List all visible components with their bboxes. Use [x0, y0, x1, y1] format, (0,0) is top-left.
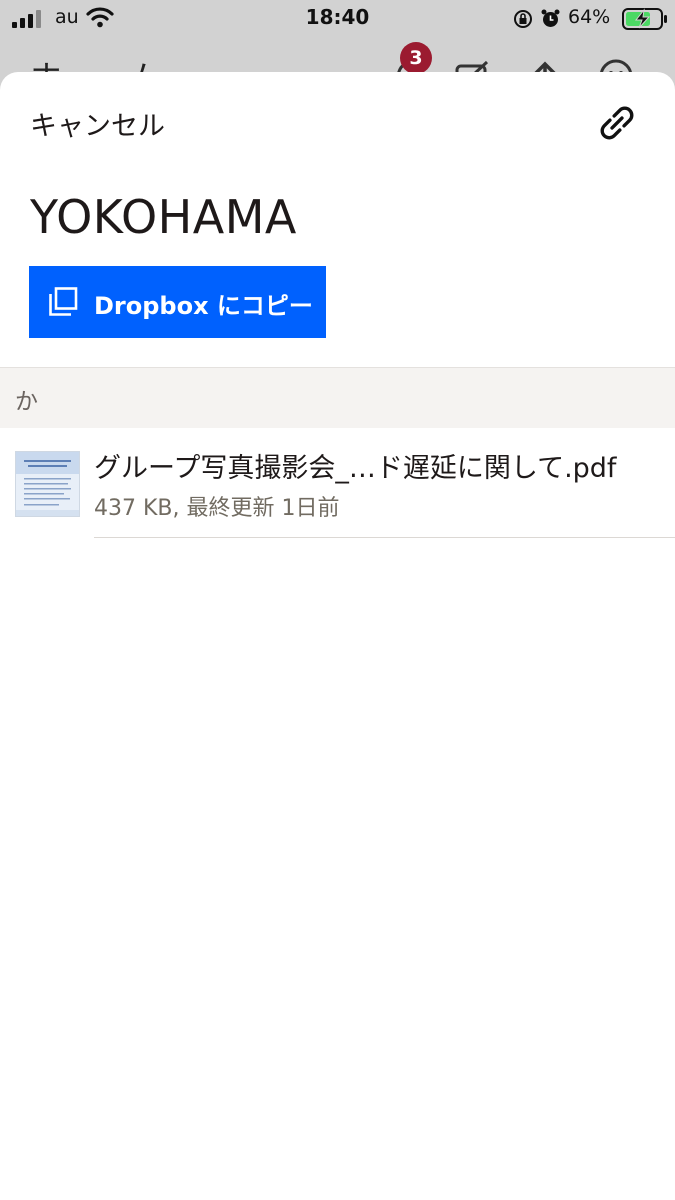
- link-icon[interactable]: [596, 102, 638, 144]
- section-header-label: か: [15, 389, 38, 415]
- row-divider: [94, 537, 675, 538]
- save-to-dropbox-sheet: キャンセル YOKOHAMA Dropbox にコピー か グループ写真撮影会_…: [0, 72, 675, 1200]
- copy-to-dropbox-button[interactable]: Dropbox にコピー: [29, 266, 326, 338]
- file-row[interactable]: グループ写真撮影会_…ド遅延に関して.pdf 437 KB, 最終更新 1日前: [0, 428, 675, 539]
- battery-charging-icon: [622, 8, 667, 30]
- file-name: グループ写真撮影会_…ド遅延に関して.pdf: [94, 453, 617, 484]
- section-header: か: [0, 367, 675, 428]
- pdf-thumbnail: [15, 451, 80, 517]
- copy-icon: [49, 287, 78, 316]
- cancel-button[interactable]: キャンセル: [30, 104, 165, 143]
- copy-to-dropbox-label: Dropbox にコピー: [94, 292, 313, 320]
- alarm-icon: [541, 9, 560, 27]
- notification-badge: 3: [400, 42, 432, 74]
- folder-title: YOKOHAMA: [30, 190, 297, 244]
- file-meta: 437 KB, 最終更新 1日前: [94, 496, 340, 521]
- battery-percent: 64%: [568, 6, 611, 28]
- status-bar: au 18:40 64%: [0, 0, 675, 38]
- orientation-lock-icon: [514, 10, 532, 28]
